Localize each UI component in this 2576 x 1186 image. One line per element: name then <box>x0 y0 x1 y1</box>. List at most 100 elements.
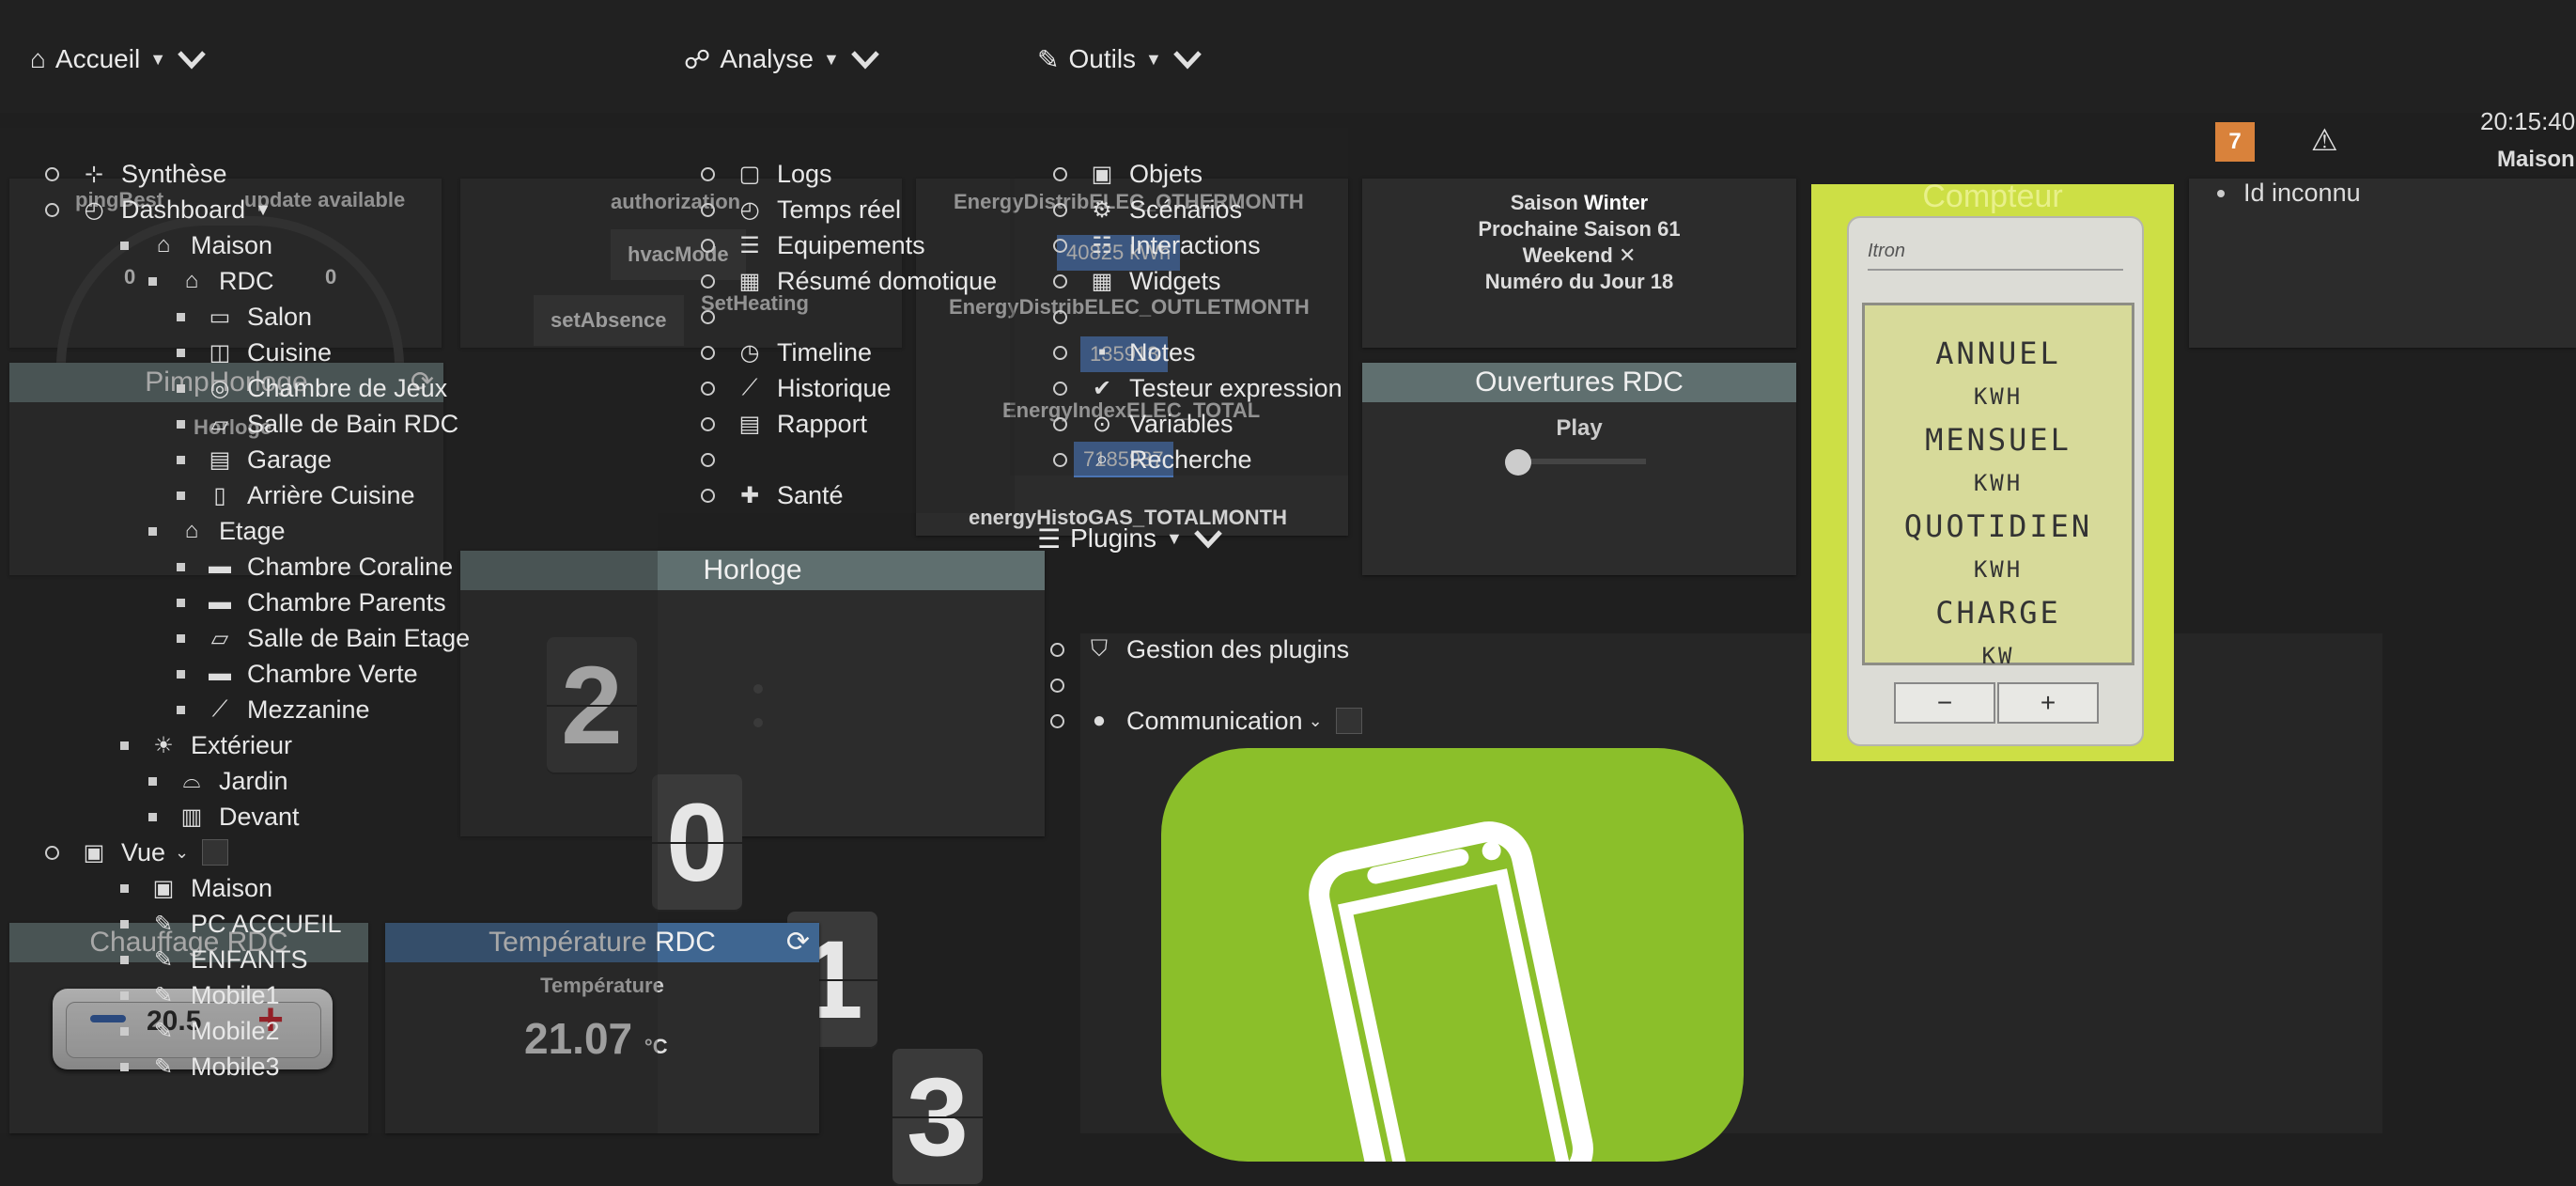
dashboard-room-item[interactable]: ▥ Devant <box>148 799 470 835</box>
analyse-menu-item[interactable]: ✚ Santé <box>701 477 997 513</box>
vue-item[interactable]: ✎ ENFANTS <box>120 942 342 977</box>
bed-icon: ▬ <box>209 589 231 615</box>
dashboard-room-item[interactable]: ◫ Cuisine <box>177 335 470 370</box>
chevron-down-icon[interactable] <box>1172 43 1203 75</box>
dashboard-room-item[interactable]: ▭ Salon <box>177 299 470 335</box>
kitchen-icon: ◫ <box>209 339 231 366</box>
analyse-menu-item[interactable]: ◷ Timeline <box>701 335 997 370</box>
menu-item-communication[interactable]: ● Communication ⌄ <box>1050 703 1362 739</box>
warning-icon[interactable]: ⚠ <box>2311 122 2338 158</box>
sun-icon: ☀ <box>153 732 174 758</box>
vue-item[interactable]: ✎ Mobile3 <box>120 1049 342 1085</box>
dashboard-room-item[interactable]: ⌂ Etage <box>148 513 470 549</box>
ouvertures-slider-handle[interactable] <box>1505 449 1531 476</box>
menu-divider <box>1053 299 1342 335</box>
dashboard-room-item[interactable]: ▤ Garage <box>177 442 470 477</box>
dashboard-room-item[interactable]: ▬ Chambre Coraline <box>177 549 470 585</box>
nav-plugins[interactable]: ☰ Plugins ▼ <box>1037 523 1224 554</box>
clock-digit: 0 <box>652 774 742 912</box>
refresh-icon[interactable]: ⟳ <box>786 923 810 962</box>
dashboard-room-item[interactable]: ◎ Chambre de Jeux <box>177 370 470 406</box>
dashboard-room-item[interactable]: ⌓ Jardin <box>148 763 470 799</box>
dashboard-room-item[interactable]: ⌂ Maison <box>120 227 470 263</box>
nav-accueil[interactable]: ⌂ Accueil ▼ <box>30 43 208 75</box>
prochaine-saison-row: Prochaine Saison 61 <box>1478 217 1681 241</box>
analyse-menu-item[interactable]: ▦ Résumé domotique <box>701 263 997 299</box>
analyse-dropdown: ▢ Logs ◴ Temps réel ☰ Equipements ▦ Résumé domo… <box>658 128 1015 513</box>
outils-menu-item[interactable]: ▪ Notes <box>1053 335 1342 370</box>
outils-menu-item[interactable]: ▣ Objets <box>1053 156 1342 192</box>
stairs-icon: ⟋ <box>211 696 228 722</box>
meter-line: KWH <box>1973 556 2024 583</box>
compteur-title: Compteur <box>1922 179 2063 214</box>
analyse-menu-item[interactable]: ◴ Temps réel <box>701 192 997 227</box>
menu-item-dashboard[interactable]: ◴ Dashboard ▼ <box>45 192 272 227</box>
vue-item[interactable]: ✎ PC ACCUEIL <box>120 906 342 942</box>
notification-badge[interactable]: 7 <box>2215 122 2255 162</box>
checkbox[interactable] <box>1335 708 1362 734</box>
vue-item[interactable]: ✎ Mobile2 <box>120 1013 342 1049</box>
dashboard-icon: ◴ <box>84 196 104 223</box>
outils-menu-item[interactable]: ▦ Widgets <box>1053 263 1342 299</box>
chevron-down-icon: ⌄ <box>1308 710 1323 730</box>
meter-body: Itron ANNUEL KWH MENSUEL KWH QUOTIDIEN K… <box>1847 216 2144 746</box>
widget-icon: ▦ <box>1091 268 1113 294</box>
dashboard-room-item[interactable]: ▱ Salle de Bain RDC <box>177 406 470 442</box>
menu-item-vue[interactable]: ▣ Vue ⌄ <box>45 835 229 870</box>
brush-icon: ✎ <box>153 1053 174 1080</box>
vue-item[interactable]: ✎ Mobile1 <box>120 977 342 1013</box>
plugins-list: ⛉ Gestion des plugins ● Communication ⌄ <box>1050 632 1362 739</box>
outils-menu-item[interactable]: ⌕ Recherche <box>1053 442 1342 477</box>
dashboard-room-item[interactable]: ⟋ Mezzanine <box>177 692 470 727</box>
chevron-down-icon[interactable] <box>176 43 208 75</box>
outils-menu-item[interactable]: ⚙ Scénarios <box>1053 192 1342 227</box>
nav-outils[interactable]: ✎ Outils ▼ <box>1037 43 1203 75</box>
tags-icon: ⛉ <box>1091 636 1108 662</box>
house-icon: ⌂ <box>184 268 199 293</box>
checkbox[interactable] <box>202 839 229 866</box>
analyse-menu-item[interactable]: ☰ Equipements <box>701 227 997 263</box>
notes-icon: ▪ <box>1097 339 1107 365</box>
chevron-down-icon[interactable] <box>1192 523 1224 554</box>
accueil-dropdown: ⊹ Synthèse ◴ Dashboard ▼ ⌂ Maison ⌂ RDC ▭ Salon ◫… <box>0 128 658 1133</box>
wrench-icon: ✎ <box>1037 44 1060 74</box>
saison-row: Saison Winter <box>1510 191 1649 214</box>
meter-line: KWH <box>1973 383 2024 410</box>
outils-menu-item[interactable]: ✔ Testeur expression <box>1053 370 1342 406</box>
outils-menu-item[interactable]: ☷ Interactions <box>1053 227 1342 263</box>
chevron-down-icon[interactable] <box>849 43 881 75</box>
medkit-icon: ✚ <box>739 482 760 508</box>
dashboard-room-item[interactable]: ▬ Chambre Verte <box>177 656 470 692</box>
ouvertures-title: Ouvertures RDC <box>1362 363 1796 402</box>
meter-minus-button[interactable]: − <box>1894 682 1995 724</box>
dashboard-room-item[interactable]: ▱ Salle de Bain Etage <box>177 620 470 656</box>
menu-item-synthese[interactable]: ⊹ Synthèse <box>45 156 272 192</box>
meter-line: QUOTIDIEN <box>1903 508 2093 544</box>
analyse-menu-item[interactable]: ⟋ Historique <box>701 370 997 406</box>
id-widget: Id inconnu <box>2189 179 2576 348</box>
stethoscope-icon: ☍ <box>684 44 711 74</box>
outils-dropdown: ▣ Objets ⚙ Scénarios ☷ Interactions ▦ Widgets ▪ N… <box>1010 128 1348 476</box>
dashboard-room-item[interactable]: ▯ Arrière Cuisine <box>177 477 470 513</box>
analyse-menu-item[interactable]: ▤ Rapport <box>701 406 997 442</box>
dashboard-room-item[interactable]: ▬ Chambre Parents <box>177 585 470 620</box>
caret-down-icon: ▼ <box>255 199 272 219</box>
vue-item[interactable]: ▣ Maison <box>120 870 342 906</box>
dashboard-room-item[interactable]: ⌂ RDC <box>148 263 470 299</box>
image-icon: ▣ <box>83 839 105 866</box>
phone-icon <box>1161 748 1744 1162</box>
brush-icon: ✎ <box>153 982 174 1008</box>
dashboard-room-item[interactable]: ☀ Extérieur <box>120 727 470 763</box>
sofa-icon: ▭ <box>209 304 231 330</box>
brush-icon: ✎ <box>153 946 174 973</box>
caret-down-icon: ▼ <box>149 49 167 69</box>
garage-icon: ▤ <box>209 446 231 473</box>
meter-plus-button[interactable]: + <box>1997 682 2099 724</box>
sitemap-icon: ⊹ <box>84 161 104 187</box>
analyse-menu-item[interactable]: ▢ Logs <box>701 156 997 192</box>
nav-analyse[interactable]: ☍ Analyse ▼ <box>684 43 881 75</box>
compteur-widget: Compteur Itron ANNUEL KWH MENSUEL KWH QU… <box>1811 179 2174 761</box>
menu-item-gestion-plugins[interactable]: ⛉ Gestion des plugins <box>1050 632 1362 667</box>
tasks-icon: ☰ <box>1037 523 1062 554</box>
outils-menu-item[interactable]: ⊙ Variables <box>1053 406 1342 442</box>
